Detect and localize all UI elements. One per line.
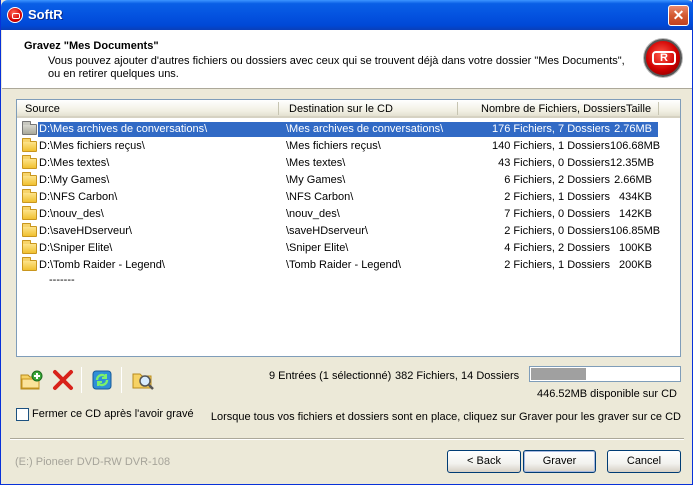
back-button[interactable]: < Back [447, 450, 521, 473]
row-source: D:\NFS Carbon\ [39, 191, 118, 203]
row-count: 43 Fichiers, 0 Dossiers [498, 157, 610, 169]
add-folder-icon [20, 370, 43, 390]
row-size: 100KB [618, 242, 652, 254]
folder-icon [22, 121, 37, 135]
row-count: 176 Fichiers, 7 Dossiers [492, 123, 610, 135]
folder-icon [22, 206, 37, 220]
row-source: D:\Mes fichiers reçus\ [39, 140, 145, 152]
page-description: Vous pouvez ajouter d'autres fichiers ou… [48, 55, 625, 80]
browse-folder-icon [132, 373, 154, 390]
row-source: D:\Mes textes\ [39, 157, 110, 169]
list-item[interactable]: D:\nouv_des\ \nouv_des\ 7 Fichiers, 0 Do… [20, 206, 676, 223]
row-size: 434KB [618, 191, 652, 203]
row-count: 2 Fichiers, 1 Dossiers [504, 259, 610, 271]
row-count: 4 Fichiers, 2 Dossiers [504, 242, 610, 254]
list-item[interactable]: D:\saveHDserveur\ \saveHDserveur\ 2 Fich… [20, 223, 676, 240]
refresh-icon [92, 370, 112, 390]
row-size: 142KB [618, 208, 652, 220]
title-bar[interactable]: SoftR ✕ [1, 0, 693, 30]
row-size: 106.68MB [610, 140, 661, 152]
refresh-button[interactable] [90, 368, 114, 392]
close-button[interactable]: ✕ [668, 5, 689, 26]
list-item[interactable]: D:\Sniper Elite\ \Sniper Elite\ 4 Fichie… [20, 240, 676, 257]
disc-usage-fill [531, 368, 586, 380]
row-destination: \nouv_des\ [286, 208, 340, 220]
window-title: SoftR [28, 7, 63, 22]
row-source: D:\Tomb Raider - Legend\ [39, 259, 165, 271]
folder-icon [22, 189, 37, 203]
row-count: 7 Fichiers, 0 Dossiers [504, 208, 610, 220]
list-item[interactable]: D:\Mes textes\ \Mes textes\ 43 Fichiers,… [20, 155, 676, 172]
disc-usage-bar [529, 366, 681, 382]
column-count[interactable]: Nombre de Fichiers, Dossiers [481, 103, 626, 115]
row-destination: \Mes textes\ [286, 157, 346, 169]
softr-logo-icon: R [644, 39, 682, 77]
eject-checkbox[interactable] [16, 408, 29, 421]
softr-app-icon [7, 7, 23, 23]
row-destination: \NFS Carbon\ [286, 191, 354, 203]
row-size: 106.85MB [610, 225, 661, 237]
eject-label[interactable]: Fermer ce CD après l'avoir gravé [32, 408, 194, 420]
row-count: 2 Fichiers, 1 Dossiers [504, 191, 610, 203]
list-item[interactable]: D:\Mes fichiers reçus\ \Mes fichiers reç… [20, 138, 676, 155]
column-separator[interactable] [278, 102, 279, 115]
column-separator[interactable] [457, 102, 458, 115]
toolbar-separator [121, 367, 122, 393]
folder-icon [22, 257, 37, 271]
row-source: D:\My Games\ [39, 174, 110, 186]
list-item[interactable]: D:\My Games\ \My Games\ 6 Fichiers, 2 Do… [20, 172, 676, 189]
row-source: D:\saveHDserveur\ [39, 225, 132, 237]
add-folder-button[interactable] [19, 368, 43, 392]
delete-x-icon [53, 370, 73, 390]
footer-divider [10, 438, 684, 440]
list-item[interactable]: D:\Mes archives de conversations\ \Mes a… [20, 121, 676, 138]
entries-summary: 9 Entrées (1 sélectionné) [269, 370, 392, 382]
list-header: Source Destination sur le CD Nombre de F… [17, 100, 680, 118]
page-title: Gravez "Mes Documents" [24, 40, 159, 52]
folder-icon [22, 138, 37, 152]
list-item[interactable]: D:\NFS Carbon\ \NFS Carbon\ 2 Fichiers, … [20, 189, 676, 206]
row-count: 2 Fichiers, 0 Dossiers [504, 225, 610, 237]
burn-button[interactable]: Graver [523, 450, 596, 473]
row-destination: \Tomb Raider - Legend\ [286, 259, 401, 271]
row-source: D:\Mes archives de conversations\ [39, 123, 208, 135]
drive-label: (E:) Pioneer DVD-RW DVR-108 [15, 456, 171, 468]
remove-button[interactable] [51, 368, 75, 392]
row-destination: \Sniper Elite\ [286, 242, 349, 254]
row-count: 6 Fichiers, 2 Dossiers [504, 174, 610, 186]
folder-icon [22, 240, 37, 254]
softr-window: SoftR ✕ Gravez "Mes Documents" Vous pouv… [0, 0, 693, 485]
wizard-header: Gravez "Mes Documents" Vous pouvez ajout… [2, 30, 692, 89]
column-separator[interactable] [658, 102, 659, 115]
column-source[interactable]: Source [25, 103, 60, 115]
row-destination: \Mes archives de conversations\ [286, 123, 444, 135]
column-destination[interactable]: Destination sur le CD [289, 103, 393, 115]
free-space-label: 446.52MB disponible sur CD [536, 388, 677, 400]
toolbar-separator [81, 367, 82, 393]
column-size[interactable]: Taille [626, 103, 651, 115]
folder-icon [22, 155, 37, 169]
folder-icon [22, 223, 37, 237]
cancel-button[interactable]: Cancel [607, 450, 681, 473]
row-count: 140 Fichiers, 1 Dossiers [492, 140, 610, 152]
burn-hint: Lorsque tous vos fichiers et dossiers so… [210, 411, 681, 423]
row-size: 12.35MB [610, 157, 655, 169]
row-size: 2.76MB [614, 123, 652, 135]
row-size: 2.66MB [614, 174, 652, 186]
row-size: 200KB [618, 259, 652, 271]
file-list[interactable]: Source Destination sur le CD Nombre de F… [16, 99, 681, 357]
folder-icon [22, 172, 37, 186]
row-source: D:\Sniper Elite\ [39, 242, 113, 254]
row-destination: \My Games\ [286, 174, 346, 186]
browse-button[interactable] [131, 368, 155, 392]
totals-summary: 382 Fichiers, 14 Dossiers [395, 370, 520, 382]
logo-letter: R [652, 51, 676, 65]
row-destination: \Mes fichiers reçus\ [286, 140, 381, 152]
row-source: D:\nouv_des\ [39, 208, 104, 220]
list-item[interactable]: D:\Tomb Raider - Legend\ \Tomb Raider - … [20, 257, 676, 274]
row-destination: \saveHDserveur\ [286, 225, 368, 237]
list-ellipsis: ------- [49, 274, 75, 286]
